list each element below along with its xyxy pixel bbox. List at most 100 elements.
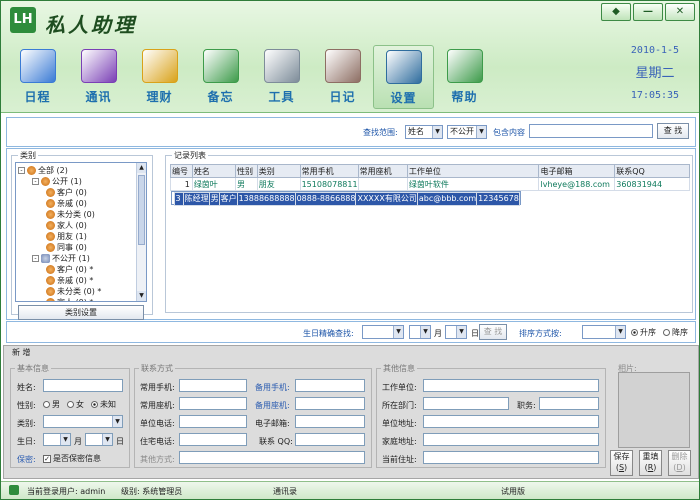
table-cell: 15108078811 [299,177,359,191]
toolbar-button-7[interactable]: 帮助 [434,45,495,109]
toolbar-button-2[interactable]: 理财 [129,45,190,109]
name-label: 姓名: [17,383,36,392]
empty-cell [406,217,540,231]
toolbar-button-5[interactable]: 日记 [312,45,373,109]
scroll-down-icon[interactable]: ▼ [137,291,146,301]
empty-cell [170,243,193,257]
tree-item[interactable]: 亲戚 (0) [46,198,87,209]
column-header[interactable]: 常用手机 [299,164,359,178]
sort-desc-radio[interactable]: 降序 [661,327,688,338]
email-input[interactable] [295,415,365,428]
reset-button[interactable]: 重填 (R) [639,450,662,476]
birthday-day-select[interactable]: ▼ [445,325,467,339]
status-bar: 当前登录用户: admin 级别: 系统管理员 通讯录 试用版 [1,481,699,499]
contacts-icon [80,49,117,83]
empty-cell [614,217,690,231]
birth-month-select[interactable]: ▼ [43,433,71,446]
tree-item[interactable]: 未分类 (0) [46,209,95,220]
category-select[interactable]: ▼ [43,415,123,428]
new-entry-panel: 新 增 基本信息 姓名: 性别: 男 女 未知 类别: ▼ 生日: ▼ 月 ▼ … [3,345,699,479]
toolbar-button-3[interactable]: 备忘 [190,45,251,109]
contact-group: 联系方式 常用手机: 常用座机: 单位电话: 住宅电话: 其他方式: 备用手机:… [134,363,372,468]
column-header[interactable]: 类别 [256,164,301,178]
scroll-up-icon[interactable]: ▲ [137,163,146,173]
home-phone-label: 住宅电话: [140,437,175,446]
alt-mobile-label: 备用手机: [255,383,290,392]
mobile-input[interactable] [179,379,247,392]
tree-item[interactable]: 同事 (0) [46,242,87,253]
home-address-input[interactable] [423,433,599,446]
tree-item[interactable]: - 不公开 (1) [32,253,90,264]
tree-item[interactable]: - 全部 (2) [18,165,68,176]
toolbar-button-6[interactable]: 设置 [373,45,434,109]
birthday-year-select[interactable]: ▼ [362,325,404,339]
tree-item[interactable]: 亲戚 (0) * [46,275,93,286]
minimize-button[interactable]: — [633,3,663,21]
toolbar-button-4[interactable]: 工具 [251,45,312,109]
tree-item-label: 全部 (2) [38,166,68,175]
column-header[interactable]: 常用座机 [357,164,408,178]
tree-item[interactable]: 家人 (0) [46,220,87,231]
alt-phone-input[interactable] [295,397,365,410]
name-input[interactable] [43,379,123,392]
column-header[interactable]: 工作单位 [406,164,540,178]
column-header[interactable]: 编号 [170,164,193,178]
tree-item[interactable]: 未分类 (0) * [46,286,101,297]
tree-item[interactable]: 客户 (0) [46,187,87,198]
column-header[interactable]: 电子邮箱 [538,164,616,178]
home-phone-input[interactable] [179,433,247,446]
scroll-thumb[interactable] [138,175,145,245]
tree-item[interactable]: 家人 (0) * [46,297,93,301]
table-cell: 12345678 [476,192,520,206]
department-input[interactable] [423,397,509,410]
column-header[interactable]: 联系QQ [614,164,690,178]
search-button[interactable]: 查 找 [657,123,689,139]
photo-frame[interactable] [618,372,690,448]
empty-cell [357,269,408,283]
work-unit-input[interactable] [423,379,599,392]
column-header[interactable]: 性别 [234,164,258,178]
privacy-checkbox[interactable]: ✓ 是否保密信息 [43,453,101,464]
collapse-icon[interactable]: - [32,178,39,185]
close-button[interactable]: ✕ [665,3,695,21]
alt-mobile-input[interactable] [295,379,365,392]
sort-select[interactable]: ▼ [582,325,626,339]
work-phone-input[interactable] [179,415,247,428]
tree-item[interactable]: 朋友 (1) [46,231,87,242]
empty-cell [614,243,690,257]
search-field-select[interactable]: 姓名 ▼ [405,125,443,139]
gender-male-radio[interactable]: 男 [41,399,60,410]
position-label: 职务: [517,401,536,410]
date-text: 2010-1-5 [630,45,680,56]
tree-item[interactable]: 客户 (0) * [46,264,93,275]
tree-item[interactable]: - 公开 (1) [32,176,82,187]
phone-input[interactable] [179,397,247,410]
current-address-input[interactable] [423,451,599,464]
work-address-input[interactable] [423,415,599,428]
tree-scrollbar[interactable]: ▲ ▼ [136,163,146,301]
position-input[interactable] [539,397,599,410]
chevron-down-icon: ▼ [615,326,625,338]
collapse-icon[interactable]: - [32,255,39,262]
toolbar-button-1[interactable]: 通讯 [68,45,129,109]
restore-button[interactable]: ◆ [601,3,631,21]
category-settings-button[interactable]: 类别设置 [18,305,144,320]
search-input[interactable] [529,124,653,138]
birth-day-select[interactable]: ▼ [85,433,113,446]
save-button[interactable]: 保存 (S) [610,450,633,476]
search-scope-select[interactable]: 不公开 ▼ [447,125,487,139]
qq-input[interactable] [295,433,365,446]
birthday-search-button[interactable]: 查 找 [479,324,507,340]
delete-button[interactable]: 删除 (D) [668,450,691,476]
sort-asc-radio[interactable]: 升序 [629,327,656,338]
toolbar-button-0[interactable]: 日程 [7,45,68,109]
column-header[interactable]: 姓名 [191,164,236,178]
collapse-icon[interactable]: - [18,167,25,174]
table-row[interactable]: 3 陈经理男客户 13888688888 0888-8866888 XXXXX有限公司 a… [170,191,521,206]
other-contact-input[interactable] [179,451,365,464]
gender-female-radio[interactable]: 女 [65,399,84,410]
table-row[interactable]: 1 绿茵叶男朋友 15108078811 绿茵叶软件 lvheye@188.com 360… [170,177,690,191]
category-tree[interactable]: ▲ ▼ - 全部 (2) - 公开 (1) 客户 (0) 亲戚 (0) 未分类 (0) 家人 … [15,162,147,302]
gender-unknown-radio[interactable]: 未知 [89,399,116,410]
birthday-month-select[interactable]: ▼ [409,325,431,339]
